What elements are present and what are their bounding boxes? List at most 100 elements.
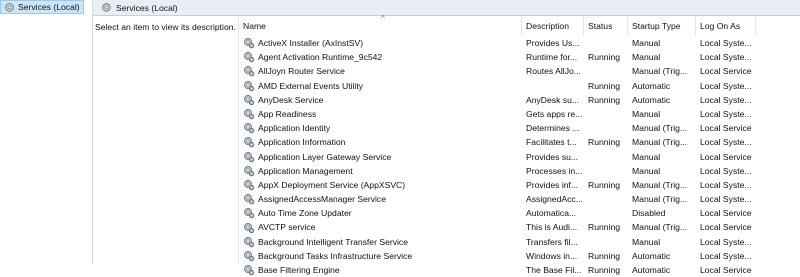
service-status: Running <box>588 222 621 233</box>
service-gear-icon <box>244 52 255 63</box>
service-name: AllJoyn Router Service <box>258 66 345 77</box>
service-name: AMD External Events Utility <box>258 80 364 91</box>
column-header-log-on-as[interactable]: Log On As <box>696 16 756 36</box>
service-startup-type: Manual <box>632 236 661 247</box>
service-startup-type: Disabled <box>632 208 666 219</box>
service-log-on-as: Local Syste... <box>700 52 752 63</box>
service-description: Routes AllJo... <box>526 66 581 77</box>
service-name: Application Information <box>258 137 346 148</box>
service-description: Facilitates t... <box>526 137 577 148</box>
service-startup-type: Manual (Trig... <box>632 66 688 77</box>
service-name-cell: AVCTP service <box>243 220 523 234</box>
services-list[interactable]: Name ^ Description Status Startup Type L… <box>238 14 800 276</box>
service-name: App Readiness <box>258 108 317 119</box>
sort-ascending-icon: ^ <box>381 14 385 23</box>
service-name-cell: Background Intelligent Transfer Service <box>243 235 523 249</box>
service-row[interactable]: App Readiness Gets apps re... Manual Local … <box>239 107 800 121</box>
service-gear-icon <box>244 38 255 49</box>
service-log-on-as: Local Syste... <box>700 194 752 205</box>
service-name-cell: AnyDesk Service <box>243 93 523 107</box>
service-description: AnyDesk su... <box>526 94 580 105</box>
service-status: Running <box>588 137 621 148</box>
service-log-on-as: Local Service <box>700 66 752 77</box>
service-rows: ActiveX Installer (AxInstSV) Provides Us.… <box>239 36 800 277</box>
column-header-description[interactable]: Description <box>522 16 584 36</box>
service-name-cell: Background Tasks Infrastructure Service <box>243 249 523 263</box>
service-log-on-as: Local Syste... <box>700 94 752 105</box>
service-row[interactable]: Application Layer Gateway Service Provide… <box>239 150 800 164</box>
service-startup-type: Automatic <box>632 94 671 105</box>
service-row[interactable]: AssignedAccessManager Service AssignedAcc… <box>239 192 800 206</box>
service-startup-type: Manual <box>632 52 661 63</box>
service-name: Application Layer Gateway Service <box>258 151 392 162</box>
tree-item-label: Services (Local) <box>18 2 80 12</box>
service-row[interactable]: Auto Time Zone Updater Automatica... Disab… <box>239 206 800 220</box>
service-description: Gets apps re... <box>526 108 582 119</box>
service-gear-icon <box>244 165 255 176</box>
service-log-on-as: Local Syste... <box>700 137 752 148</box>
service-gear-icon <box>244 265 255 276</box>
service-name-cell: Base Filtering Engine <box>243 263 523 277</box>
service-log-on-as: Local Syste... <box>700 165 752 176</box>
service-log-on-as: Local Syste... <box>700 250 752 261</box>
service-name: Auto Time Zone Updater <box>258 208 352 219</box>
service-name: Background Tasks Infrastructure Service <box>258 250 413 261</box>
service-gear-icon <box>244 180 255 191</box>
service-name-cell: AppX Deployment Service (AppXSVC) <box>243 178 523 192</box>
service-name-cell: Auto Time Zone Updater <box>243 206 523 220</box>
service-row[interactable]: Application Identity Determines ... Manual… <box>239 121 800 135</box>
service-row[interactable]: Application Information Facilitates t... R… <box>239 135 800 149</box>
column-header-startup-type[interactable]: Startup Type <box>628 16 696 36</box>
service-name-cell: Agent Activation Runtime_9c542 <box>243 50 523 64</box>
service-row[interactable]: Background Tasks Infrastructure Service W… <box>239 249 800 263</box>
service-gear-icon <box>244 94 255 106</box>
service-description: Automatica... <box>526 208 577 219</box>
service-row[interactable]: AVCTP service This is Audi... Running Manua… <box>239 220 800 234</box>
service-gear-icon <box>244 222 255 233</box>
tree-pane: Services (Local) <box>0 0 93 264</box>
service-log-on-as: Local Syste... <box>700 80 752 91</box>
service-startup-type: Manual <box>632 151 661 162</box>
service-status: Running <box>588 250 621 261</box>
service-name-cell: AssignedAccessManager Service <box>243 192 523 206</box>
service-gear-icon <box>244 236 255 247</box>
service-row[interactable]: AnyDesk Service AnyDesk su... Running Autom… <box>239 93 800 107</box>
services-icon <box>102 3 111 12</box>
service-row[interactable]: AppX Deployment Service (AppXSVC) Provide… <box>239 178 800 192</box>
service-gear-icon <box>244 109 255 120</box>
service-row[interactable]: ActiveX Installer (AxInstSV) Provides Us.… <box>239 36 800 50</box>
service-row[interactable]: Background Intelligent Transfer Service T… <box>239 235 800 249</box>
service-status: Running <box>588 179 621 190</box>
tree-item-services-local[interactable]: Services (Local) <box>0 0 84 14</box>
service-gear-icon <box>244 208 255 219</box>
service-startup-type: Manual <box>632 38 661 48</box>
column-header-status[interactable]: Status <box>584 16 628 36</box>
service-description: Processes in... <box>526 165 582 176</box>
service-startup-type: Automatic <box>632 265 671 275</box>
pane-title: Services (Local) <box>116 2 178 13</box>
service-gear-icon <box>244 66 255 77</box>
service-description: AssignedAcc... <box>526 194 582 205</box>
service-row[interactable]: Application Management Processes in... Man… <box>239 164 800 178</box>
service-description: Transfers fil... <box>526 236 578 247</box>
service-row[interactable]: Agent Activation Runtime_9c542 Runtime fo… <box>239 50 800 64</box>
service-startup-type: Manual <box>632 108 661 119</box>
service-name: AppX Deployment Service (AppXSVC) <box>258 179 406 190</box>
service-status: Running <box>588 265 621 275</box>
service-name: Background Intelligent Transfer Service <box>258 236 408 247</box>
service-log-on-as: Local Syste... <box>700 236 752 247</box>
service-description: Provides su... <box>526 151 579 162</box>
service-name: Agent Activation Runtime_9c542 <box>258 52 383 63</box>
service-row[interactable]: Base Filtering Engine The Base Fil... Runn… <box>239 263 800 277</box>
service-name-cell: Application Information <box>243 135 523 149</box>
service-status: Running <box>588 94 621 105</box>
service-row[interactable]: AMD External Events Utility Running Automa… <box>239 79 800 93</box>
service-name-cell: Application Management <box>243 164 523 178</box>
description-text: Select an item to view its description. <box>95 22 236 32</box>
service-startup-type: Manual (Trig... <box>632 123 688 134</box>
service-startup-type: Manual (Trig... <box>632 222 688 233</box>
service-row[interactable]: AllJoyn Router Service Routes AllJo... Man… <box>239 64 800 78</box>
service-gear-icon <box>244 151 255 162</box>
service-status: Running <box>588 52 621 63</box>
service-gear-icon <box>244 137 255 148</box>
